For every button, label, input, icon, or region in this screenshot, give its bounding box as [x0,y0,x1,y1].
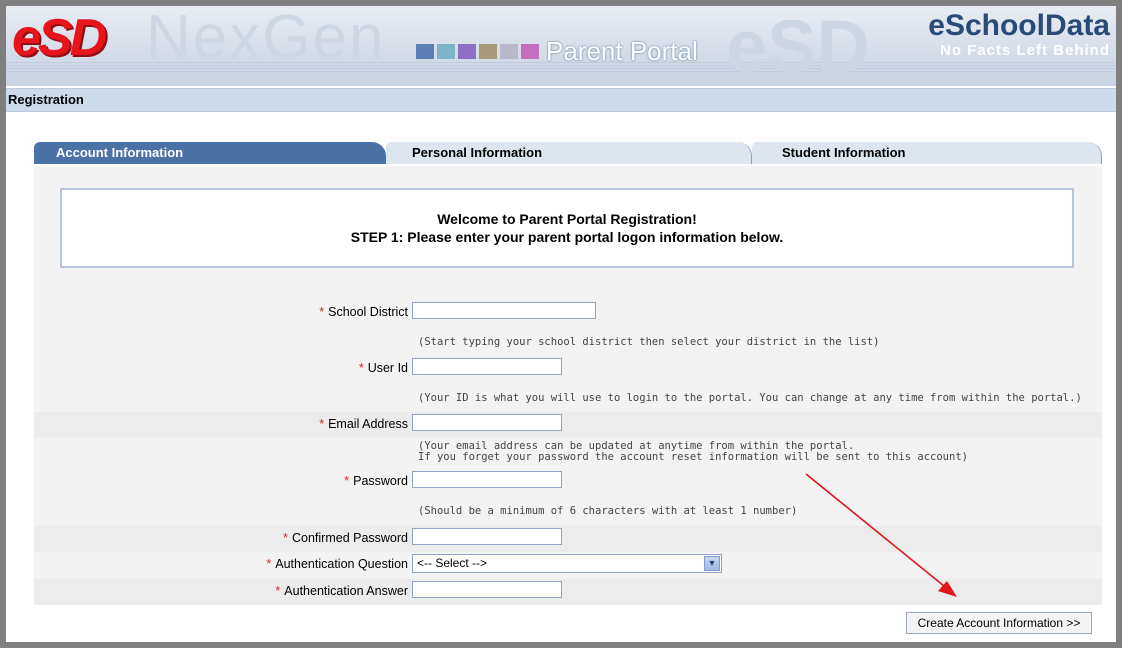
brand-name: eSchoolData [928,9,1110,42]
password-hint: (Should be a minimum of 6 characters wit… [418,505,798,517]
email-input[interactable] [412,414,562,431]
create-account-button[interactable]: Create Account Information >> [906,612,1092,634]
label-text: Authentication Question [275,557,408,571]
confirm-password-label: * Confirmed Password [283,531,408,545]
email-label: * Email Address [319,417,408,431]
portal-title: Parent Portal [546,36,698,66]
auth-answer-input[interactable] [412,581,562,598]
label-text: Email Address [328,417,408,431]
color-square [521,44,539,59]
school-district-hint: (Start typing your school district then … [418,336,880,348]
auth-question-label: * Authentication Question [266,557,408,571]
color-squares [416,44,539,59]
welcome-line-1: Welcome to Parent Portal Registration! [437,211,697,227]
school-district-row: * School District [34,300,1102,326]
required-mark: * [344,474,350,488]
banner-ghost-logo: eSD [726,6,870,86]
logo-text: eSD [12,9,107,67]
user-id-hint: (Your ID is what you will use to login t… [418,392,1082,404]
required-mark: * [358,361,364,375]
brand-block: eSchoolData No Facts Left Behind [928,9,1110,60]
user-id-input[interactable] [412,358,562,375]
tab-student-information[interactable]: Student Information [752,142,1102,164]
chevron-down-icon[interactable]: ▼ [704,556,720,571]
password-input[interactable] [412,471,562,488]
confirm-password-input[interactable] [412,528,562,545]
esd-logo: eSD [8,9,116,70]
browser-window: NexGen eSD eSD Parent Portal eSchoolData… [6,6,1116,642]
brand-tagline: No Facts Left Behind [939,42,1110,59]
color-square [458,44,476,59]
label-text: User Id [367,361,408,375]
color-square [437,44,455,59]
required-mark: * [275,584,281,598]
color-square [500,44,518,59]
label-text: Authentication Answer [284,584,408,598]
tab-strip: Account Information Personal Information… [34,142,1102,166]
section-title: Registration [8,92,84,107]
banner-ghost-text: NexGen [146,6,386,72]
auth-answer-label: * Authentication Answer [275,584,408,598]
section-bar: Registration [6,88,1116,112]
required-mark: * [266,557,272,571]
school-district-input[interactable] [412,302,596,319]
registration-panel: Welcome to Parent Portal Registration! S… [34,166,1102,634]
welcome-box: Welcome to Parent Portal Registration! S… [60,188,1074,268]
user-id-label: * User Id [359,361,408,375]
required-mark: * [319,305,325,319]
required-mark: * [319,417,325,431]
header-banner: NexGen eSD eSD Parent Portal eSchoolData… [6,6,1116,86]
user-id-row: * User Id [34,356,1102,382]
school-district-label: * School District [319,305,408,319]
required-mark: * [283,531,288,545]
tab-personal-information[interactable]: Personal Information [386,142,752,164]
auth-question-select[interactable]: <-- Select --> ▼ [412,554,722,573]
email-hint-2: If you forget your password the account … [418,451,968,463]
welcome-line-2: STEP 1: Please enter your parent portal … [350,229,784,245]
confirm-password-row: * Confirmed Password [34,526,1102,552]
color-square [416,44,434,59]
tab-account-information[interactable]: Account Information [34,142,386,164]
auth-question-row: * Authentication Question <-- Select --> … [34,552,1102,578]
label-text: School District [328,305,408,319]
email-row: * Email Address [34,412,1102,438]
color-square [479,44,497,59]
password-row: * Password [34,469,1102,495]
auth-answer-row: * Authentication Answer [34,579,1102,605]
label-text: Confirmed Password [291,531,408,545]
label-text: Password [353,474,408,488]
auth-question-selected: <-- Select --> [417,556,488,570]
password-label: * Password [344,474,408,488]
